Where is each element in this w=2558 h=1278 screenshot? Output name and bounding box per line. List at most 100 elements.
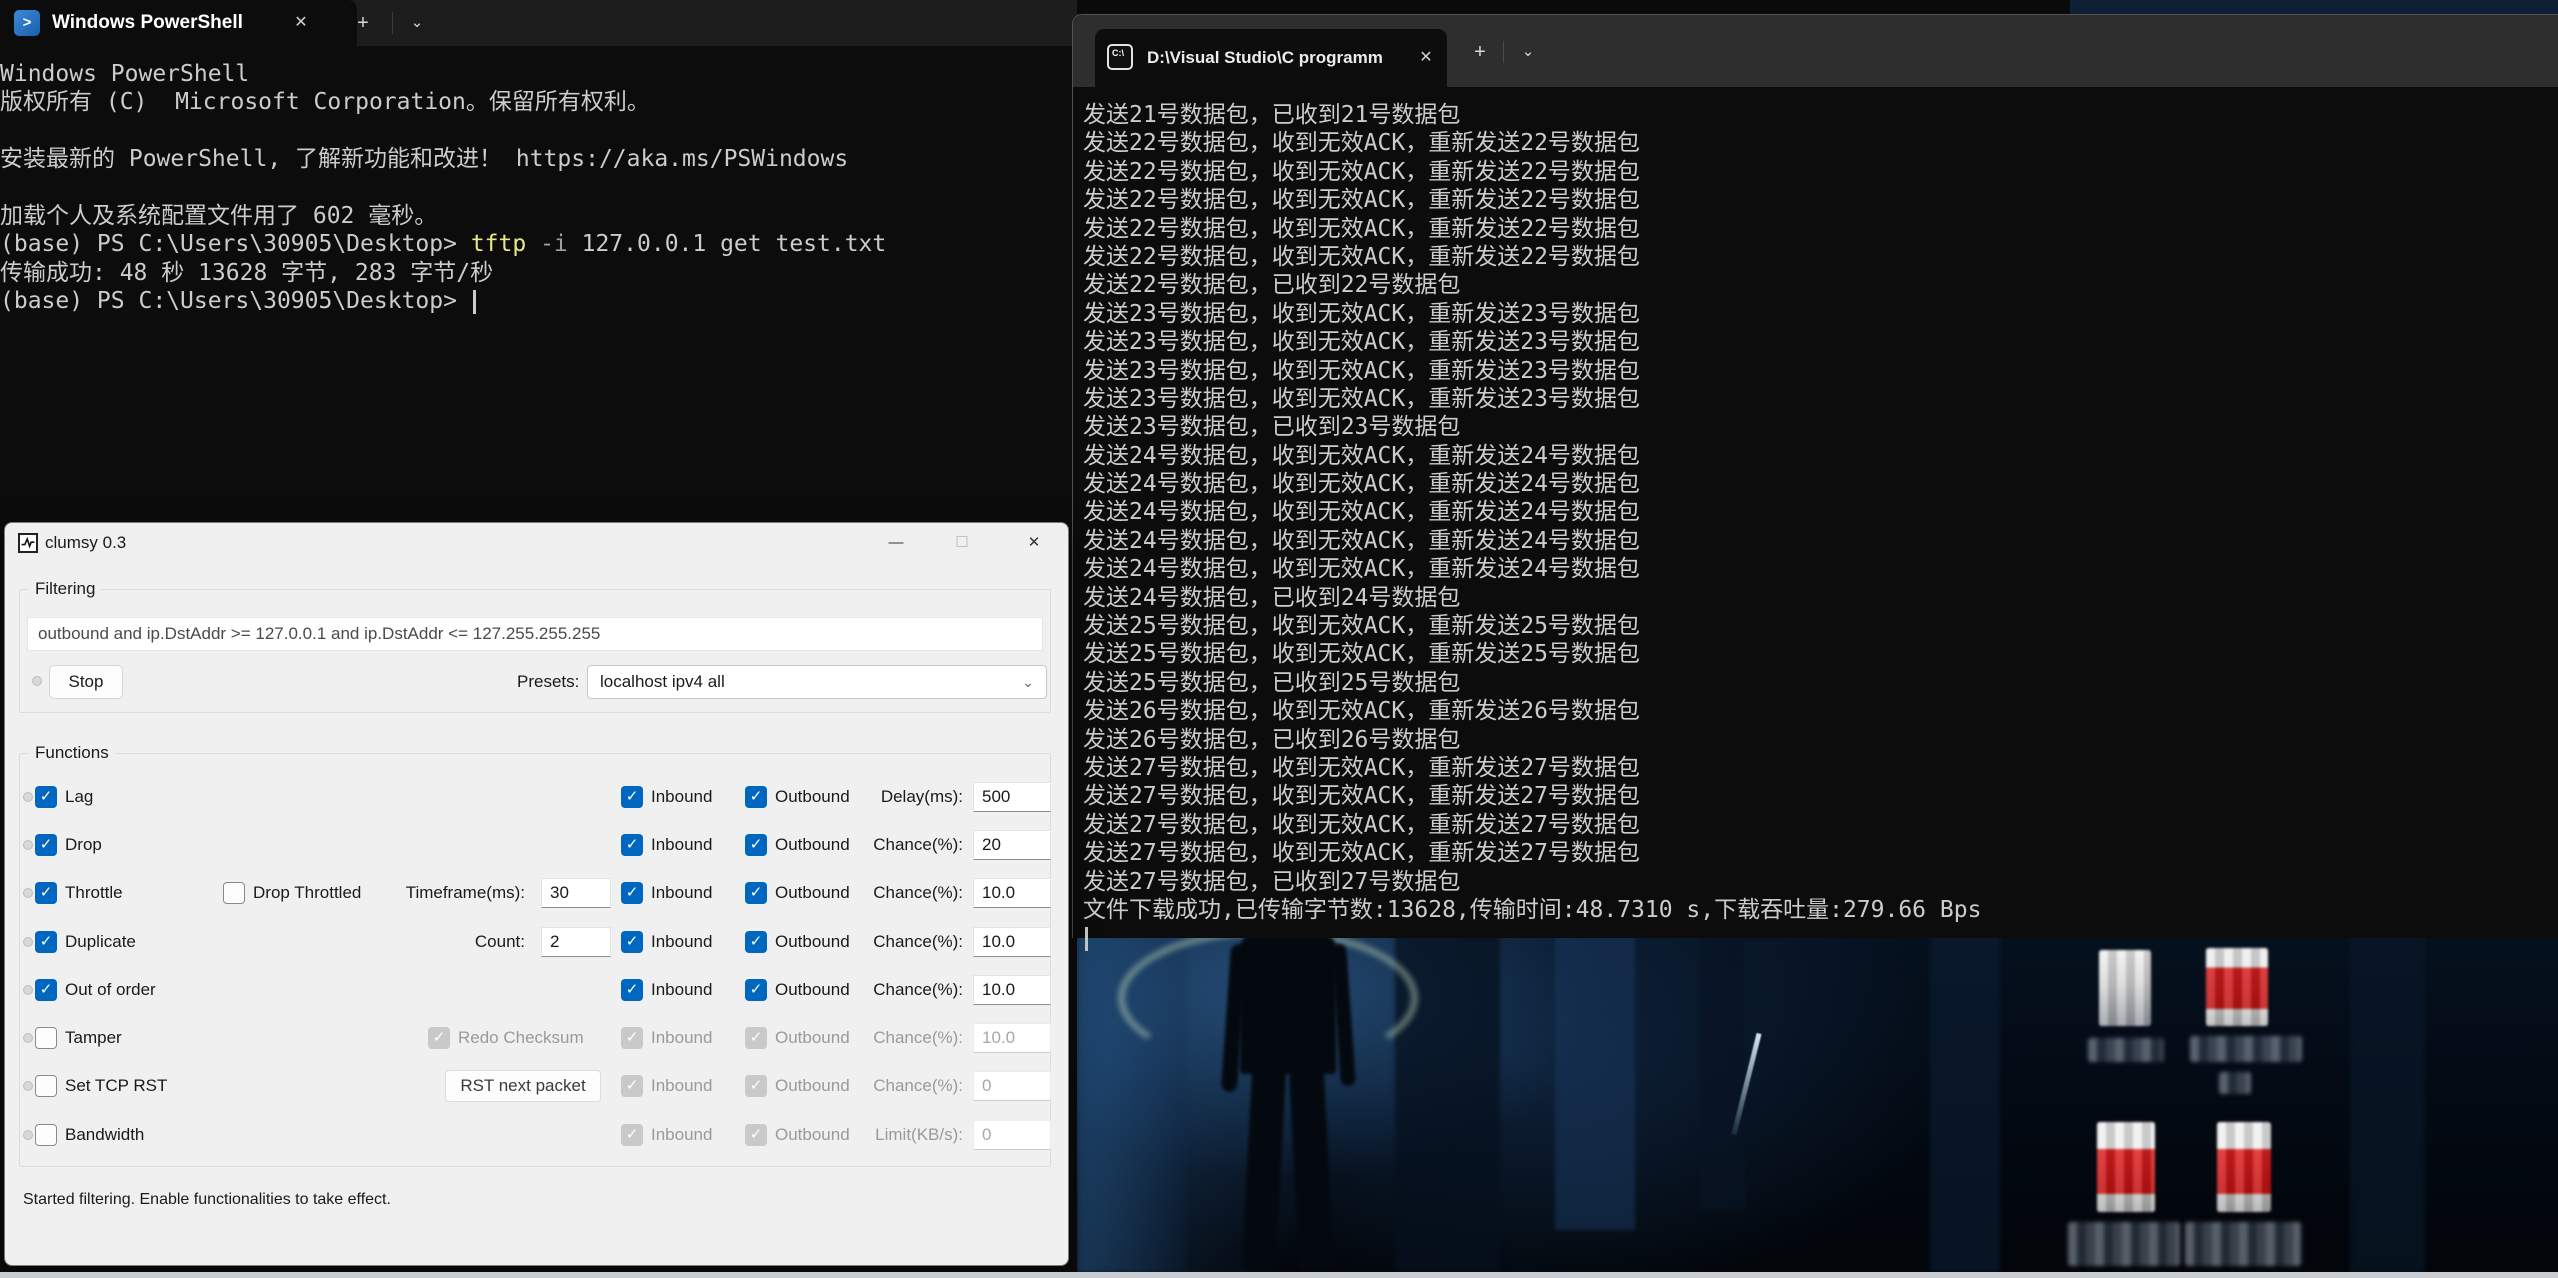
terminal-line: 发送27号数据包，收到无效ACK，重新发送27号数据包 bbox=[1083, 754, 2553, 782]
inbound-label: Inbound bbox=[651, 1068, 712, 1104]
duplicate-count-input[interactable] bbox=[541, 927, 611, 957]
parameter-label: Delay(ms): bbox=[831, 779, 963, 815]
out-of-order-checkbox[interactable]: ✓ bbox=[35, 979, 57, 1001]
tabbar-divider bbox=[1503, 41, 1504, 63]
terminal-line: 发送23号数据包，收到无效ACK，重新发送23号数据包 bbox=[1083, 300, 2553, 328]
drop-value-input[interactable] bbox=[973, 830, 1051, 860]
inbound-checkbox[interactable]: ✓ bbox=[621, 882, 643, 904]
terminal-line: 发送22号数据包，已收到22号数据包 bbox=[1083, 271, 2553, 299]
functions-groupbox bbox=[19, 753, 1051, 1167]
terminal-line: 文件下载成功,已传输字节数:13628,传输时间:48.7310 s,下载吞吐量… bbox=[1083, 896, 2553, 924]
tab-windows-powershell[interactable]: > Windows PowerShell ✕ bbox=[0, 0, 357, 46]
tab-dropdown-button[interactable]: ⌄ bbox=[1513, 37, 1543, 67]
presets-dropdown[interactable]: localhost ipv4 all ⌄ bbox=[587, 665, 1047, 699]
terminal-line: 发送27号数据包，收到无效ACK，重新发送27号数据包 bbox=[1083, 839, 2553, 867]
inbound-checkbox[interactable]: ✓ bbox=[621, 979, 643, 1001]
lag-checkbox[interactable]: ✓ bbox=[35, 786, 57, 808]
throttle-timeframe-ms--input[interactable] bbox=[541, 878, 611, 908]
tab-title: D:\Visual Studio\C programm bbox=[1147, 29, 1383, 87]
cmd-icon: C:\ bbox=[1107, 44, 1133, 70]
desktop-icon-pixelated[interactable] bbox=[2099, 950, 2151, 1026]
lag-value-input[interactable] bbox=[973, 782, 1051, 812]
new-tab-button[interactable]: + bbox=[348, 8, 378, 38]
desktop-icon-pixelated[interactable] bbox=[2217, 1122, 2271, 1212]
tab-title: Windows PowerShell bbox=[52, 0, 243, 46]
function-label: Drop bbox=[65, 827, 102, 863]
maximize-button: ☐ bbox=[942, 528, 982, 558]
terminal-line: 传输成功: 48 秒 13628 字节, 283 字节/秒 bbox=[0, 259, 1070, 287]
throttle-value-input[interactable] bbox=[973, 878, 1051, 908]
terminal-text-segment: Windows PowerShell bbox=[0, 61, 249, 87]
parameter-label: Chance(%): bbox=[831, 875, 963, 911]
outbound-checkbox: ✓ bbox=[745, 1075, 767, 1097]
function-led bbox=[23, 1081, 33, 1091]
outbound-checkbox[interactable]: ✓ bbox=[745, 834, 767, 856]
outbound-checkbox[interactable]: ✓ bbox=[745, 786, 767, 808]
inbound-label: Inbound bbox=[651, 779, 712, 815]
mid-checkbox-label: Redo Checksum bbox=[458, 1020, 584, 1056]
terminal-text-segment: (base) PS C:\Users\30905\Desktop> bbox=[0, 288, 471, 314]
terminal-text-segment: 版权所有 (C) Microsoft Corporation。保留所有权利。 bbox=[0, 89, 650, 115]
presets-label: Presets: bbox=[517, 665, 579, 699]
inbound-checkbox[interactable]: ✓ bbox=[621, 931, 643, 953]
terminal-line: 发送27号数据包，已收到27号数据包 bbox=[1083, 868, 2553, 896]
tab-close-icon[interactable]: ✕ bbox=[1413, 46, 1439, 70]
filter-expression-input[interactable] bbox=[27, 617, 1043, 651]
inbound-label: Inbound bbox=[651, 972, 712, 1008]
clumsy-title-bar[interactable]: clumsy 0.3 — ☐ ✕ bbox=[5, 523, 1068, 563]
text-cursor bbox=[473, 290, 476, 314]
outbound-checkbox[interactable]: ✓ bbox=[745, 882, 767, 904]
powershell-tab-bar[interactable]: > Windows PowerShell ✕ + ⌄ bbox=[0, 0, 1077, 46]
tab-dropdown-button[interactable]: ⌄ bbox=[402, 8, 432, 38]
filter-status-led bbox=[32, 676, 42, 686]
terminal-line: 发送26号数据包，收到无效ACK，重新发送26号数据包 bbox=[1083, 697, 2553, 725]
terminal-line: 发送22号数据包，收到无效ACK，重新发送22号数据包 bbox=[1083, 129, 2553, 157]
duplicate-value-input[interactable] bbox=[973, 927, 1051, 957]
inbound-label: Inbound bbox=[651, 1117, 712, 1153]
tab-c-program[interactable]: C:\ D:\Visual Studio\C programm ✕ bbox=[1095, 29, 1447, 87]
terminal-line: 发送22号数据包，收到无效ACK，重新发送22号数据包 bbox=[1083, 243, 2553, 271]
terminal-line: 发送23号数据包，收到无效ACK，重新发送23号数据包 bbox=[1083, 385, 2553, 413]
terminal-tab-bar[interactable]: C:\ D:\Visual Studio\C programm ✕ + ⌄ bbox=[1073, 15, 2558, 87]
terminal-text-segment: 传输成功: 48 秒 13628 字节, 283 字节/秒 bbox=[0, 260, 493, 286]
powershell-icon: > bbox=[14, 10, 40, 36]
minimize-button[interactable]: — bbox=[876, 528, 916, 558]
set-tcp-rst-checkbox[interactable] bbox=[35, 1075, 57, 1097]
terminal-line: 发送21号数据包，已收到21号数据包 bbox=[1083, 101, 2553, 129]
desktop-icon-pixelated[interactable] bbox=[2206, 948, 2268, 1026]
desktop-icon-label-pixelated bbox=[2190, 1036, 2302, 1062]
close-button[interactable]: ✕ bbox=[1014, 528, 1054, 558]
rst-next-packet-button[interactable]: RST next packet bbox=[445, 1070, 601, 1102]
terminal-line: 发送22号数据包，收到无效ACK，重新发送22号数据包 bbox=[1083, 186, 2553, 214]
desktop-icon-pixelated[interactable] bbox=[2097, 1122, 2155, 1212]
outbound-checkbox[interactable]: ✓ bbox=[745, 931, 767, 953]
terminal-line: 发送22号数据包，收到无效ACK，重新发送22号数据包 bbox=[1083, 158, 2553, 186]
bandwidth-checkbox[interactable] bbox=[35, 1124, 57, 1146]
function-row-set-tcp-rst: Set TCP RSTRST next packet✓Inbound✓Outbo… bbox=[19, 1068, 1053, 1104]
function-row-lag: ✓Lag✓Inbound✓OutboundDelay(ms): bbox=[19, 779, 1053, 815]
terminal-line: 发送23号数据包，收到无效ACK，重新发送23号数据包 bbox=[1083, 328, 2553, 356]
throttle-checkbox[interactable]: ✓ bbox=[35, 882, 57, 904]
desktop-icon-label-pixelated bbox=[2185, 1222, 2301, 1266]
tab-close-icon[interactable]: ✕ bbox=[288, 11, 314, 35]
function-led bbox=[23, 840, 33, 850]
taskbar-edge[interactable] bbox=[0, 1272, 2558, 1278]
terminal-line: 加载个人及系统配置文件用了 602 毫秒。 bbox=[0, 202, 1070, 230]
tamper-checkbox[interactable] bbox=[35, 1027, 57, 1049]
outbound-checkbox[interactable]: ✓ bbox=[745, 979, 767, 1001]
desktop-icon-label-pixelated bbox=[2088, 1038, 2164, 1062]
drop-throttled-checkbox[interactable] bbox=[223, 882, 245, 904]
drop-checkbox[interactable]: ✓ bbox=[35, 834, 57, 856]
inbound-checkbox[interactable]: ✓ bbox=[621, 786, 643, 808]
terminal-line: 发送24号数据包，收到无效ACK，重新发送24号数据包 bbox=[1083, 527, 2553, 555]
parameter-label: Chance(%): bbox=[831, 827, 963, 863]
pixelation-overlay bbox=[2099, 950, 2151, 1026]
terminal-line: (base) PS C:\Users\30905\Desktop> bbox=[0, 287, 1070, 315]
function-label: Tamper bbox=[65, 1020, 122, 1056]
out-of-order-value-input[interactable] bbox=[973, 975, 1051, 1005]
new-tab-button[interactable]: + bbox=[1465, 37, 1495, 67]
stop-button[interactable]: Stop bbox=[49, 665, 123, 699]
clumsy-window: clumsy 0.3 — ☐ ✕ Filtering Stop Presets:… bbox=[4, 522, 1069, 1266]
duplicate-checkbox[interactable]: ✓ bbox=[35, 931, 57, 953]
inbound-checkbox[interactable]: ✓ bbox=[621, 834, 643, 856]
